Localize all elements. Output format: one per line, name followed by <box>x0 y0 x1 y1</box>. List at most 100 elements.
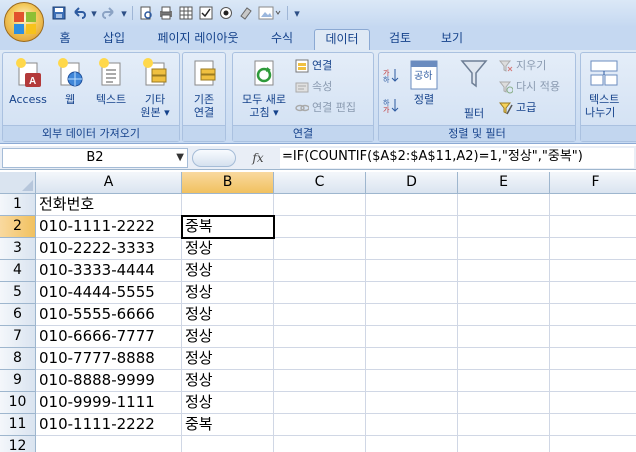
refresh-all-button[interactable]: 모두 새로 고침 ▾ <box>235 57 293 119</box>
row-header[interactable]: 11 <box>0 414 36 436</box>
cell-d9[interactable] <box>366 370 458 392</box>
insert-function-button[interactable]: fx <box>248 148 268 168</box>
select-all-corner[interactable] <box>0 172 36 194</box>
cell-b1[interactable] <box>182 194 274 216</box>
cell-c4[interactable] <box>274 260 366 282</box>
cell-d11[interactable] <box>366 414 458 436</box>
cell-f8[interactable] <box>550 348 636 370</box>
cell-e4[interactable] <box>458 260 550 282</box>
cell-e7[interactable] <box>458 326 550 348</box>
table-icon[interactable] <box>177 4 195 22</box>
cell-b6[interactable]: 정상 <box>182 304 274 326</box>
row-header[interactable]: 8 <box>0 348 36 370</box>
edit-links-button[interactable]: 연결 편집 <box>295 99 356 117</box>
web-button[interactable]: 웹 <box>53 57 87 106</box>
cell-c5[interactable] <box>274 282 366 304</box>
connections-button[interactable]: 연결 <box>295 57 332 75</box>
tab-review[interactable]: 검토 <box>380 29 420 50</box>
tab-formulas[interactable]: 수식 <box>262 29 302 50</box>
text-button[interactable]: 텍스트 <box>91 57 131 106</box>
cell-d1[interactable] <box>366 194 458 216</box>
cell-f6[interactable] <box>550 304 636 326</box>
column-header-e[interactable]: E <box>458 172 550 194</box>
cell-f4[interactable] <box>550 260 636 282</box>
cell-b11[interactable]: 중복 <box>182 414 274 436</box>
row-header[interactable]: 4 <box>0 260 36 282</box>
row-header[interactable]: 5 <box>0 282 36 304</box>
print-icon[interactable] <box>157 4 175 22</box>
cell-c9[interactable] <box>274 370 366 392</box>
cell-b9[interactable]: 정상 <box>182 370 274 392</box>
tab-page-layout[interactable]: 페이지 레이아웃 <box>146 29 250 50</box>
cell-f1[interactable] <box>550 194 636 216</box>
row-header[interactable]: 6 <box>0 304 36 326</box>
cell-c6[interactable] <box>274 304 366 326</box>
row-header[interactable]: 12 <box>0 436 36 452</box>
reapply-button[interactable]: 다시 적용 <box>498 78 560 96</box>
tab-home[interactable]: 홈 <box>48 29 82 50</box>
cell-c8[interactable] <box>274 348 366 370</box>
cell-e2[interactable] <box>458 216 550 238</box>
cell-c12[interactable] <box>274 436 366 452</box>
cell-a9[interactable]: 010-8888-9999 <box>36 370 182 392</box>
name-box[interactable]: B2 ▼ <box>2 148 188 168</box>
cell-b4[interactable]: 정상 <box>182 260 274 282</box>
filter-button[interactable]: 필터 <box>455 57 493 120</box>
row-header[interactable]: 2 <box>0 216 36 238</box>
cell-b2[interactable]: 중복 <box>182 216 274 238</box>
cell-a8[interactable]: 010-7777-8888 <box>36 348 182 370</box>
cell-c11[interactable] <box>274 414 366 436</box>
sort-button[interactable]: 공하 정렬 <box>405 57 443 106</box>
cell-b12[interactable] <box>182 436 274 452</box>
cell-e10[interactable] <box>458 392 550 414</box>
advanced-button[interactable]: 고급 <box>498 99 536 117</box>
cell-e8[interactable] <box>458 348 550 370</box>
column-header-d[interactable]: D <box>366 172 458 194</box>
formula-input[interactable]: =IF(COUNTIF($A$2:$A$11,A2)=1,"정상","중복") <box>280 148 634 168</box>
cell-d10[interactable] <box>366 392 458 414</box>
cell-d12[interactable] <box>366 436 458 452</box>
customize-qat-icon[interactable]: ▾ <box>292 4 302 22</box>
formula-resize-handle[interactable] <box>192 149 236 167</box>
cell-a10[interactable]: 010-9999-1111 <box>36 392 182 414</box>
cell-d6[interactable] <box>366 304 458 326</box>
cell-a5[interactable]: 010-4444-5555 <box>36 282 182 304</box>
properties-button[interactable]: 속성 <box>295 78 332 96</box>
cell-f7[interactable] <box>550 326 636 348</box>
row-header[interactable]: 7 <box>0 326 36 348</box>
cell-a1[interactable]: 전화번호 <box>36 194 182 216</box>
save-icon[interactable] <box>50 4 68 22</box>
cell-d4[interactable] <box>366 260 458 282</box>
undo-icon[interactable] <box>70 4 88 22</box>
row-header[interactable]: 1 <box>0 194 36 216</box>
print-preview-icon[interactable] <box>137 4 155 22</box>
sort-ascending-button[interactable]: 가하 <box>383 65 399 84</box>
checkbox-icon[interactable] <box>197 4 215 22</box>
cell-e11[interactable] <box>458 414 550 436</box>
cell-b10[interactable]: 정상 <box>182 392 274 414</box>
cell-e1[interactable] <box>458 194 550 216</box>
clear-button[interactable]: 지우기 <box>498 57 546 75</box>
column-header-a[interactable]: A <box>36 172 182 194</box>
access-button[interactable]: A Access <box>7 57 49 106</box>
cell-c1[interactable] <box>274 194 366 216</box>
cell-d5[interactable] <box>366 282 458 304</box>
tab-view[interactable]: 보기 <box>432 29 472 50</box>
option-button-icon[interactable] <box>217 4 235 22</box>
cell-f12[interactable] <box>550 436 636 452</box>
office-button[interactable] <box>4 2 44 42</box>
cell-f3[interactable] <box>550 238 636 260</box>
cell-e3[interactable] <box>458 238 550 260</box>
cell-f10[interactable] <box>550 392 636 414</box>
column-header-c[interactable]: C <box>274 172 366 194</box>
cell-a4[interactable]: 010-3333-4444 <box>36 260 182 282</box>
tab-data[interactable]: 데이터 <box>314 29 370 50</box>
column-header-f[interactable]: F <box>550 172 636 194</box>
name-box-dropdown-icon[interactable]: ▼ <box>176 149 184 167</box>
cell-d2[interactable] <box>366 216 458 238</box>
text-to-columns-button[interactable]: 텍스트 나누기 <box>583 57 636 119</box>
eraser-icon[interactable] <box>237 4 255 22</box>
cell-e6[interactable] <box>458 304 550 326</box>
cell-d7[interactable] <box>366 326 458 348</box>
cell-e9[interactable] <box>458 370 550 392</box>
